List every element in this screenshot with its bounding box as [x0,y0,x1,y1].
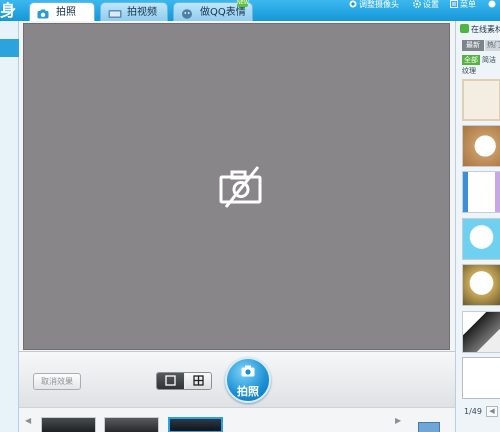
menu-button[interactable]: 菜单 [450,0,476,10]
frame-thumbnail[interactable] [462,264,500,306]
open-folder-icon[interactable] [418,422,440,432]
frame-thumbnail[interactable] [462,357,500,399]
adjust-camera-label: 调整摄像头 [359,0,399,9]
category-texture[interactable]: 纹理 [462,66,476,76]
online-badge-icon [460,24,469,33]
frame-thumbnail[interactable] [462,125,500,167]
left-rail [0,21,19,432]
top-bar: 身 拍照 拍视频 做QQ表情 NEW 调整摄像头 设置 菜单 [0,0,500,21]
shutter-label: 拍照 [237,385,259,398]
subtab-newest[interactable]: 最新 [462,40,484,51]
adjust-camera-button[interactable]: 调整摄像头 [349,0,399,10]
preview-stage [19,21,455,351]
capture-controls: 取消效果 拍照 [19,351,455,407]
tab-photo-label: 拍照 [56,7,76,18]
online-materials-label: 在线素材 [471,25,500,34]
cancel-effect-button[interactable]: 取消效果 [33,373,81,390]
photo-thumbnail[interactable] [41,417,96,432]
frame-thumbnail[interactable] [462,171,500,213]
tab-video[interactable]: 拍视频 [100,2,168,21]
left-rail-selected[interactable] [0,39,19,57]
shutter-button[interactable]: 拍照 [225,357,271,403]
single-view-button[interactable] [157,373,184,389]
settings-label: 设置 [423,0,439,9]
frame-thumbnail[interactable] [462,311,500,353]
menu-icon [450,0,458,8]
online-materials-header[interactable]: 在线素材 [460,24,500,35]
subtab-hot[interactable]: 热门 [485,40,500,51]
photo-thumbnail[interactable] [104,417,159,432]
camera-small-icon [349,0,357,8]
menu-label: 菜单 [460,0,476,9]
camera-preview [23,23,450,350]
single-view-icon [165,375,176,386]
grid-view-button[interactable] [185,373,211,389]
frame-thumbnail[interactable] [462,218,500,260]
materials-panel: 在线素材 最新 热门 全部 简洁 纹理 1/49 ◀ [455,21,500,432]
gear-icon [413,0,421,8]
page-indicator: 1/49 [464,407,482,416]
photo-thumbnail[interactable] [168,417,223,432]
tab-qq-emoticon[interactable]: 做QQ表情 NEW [173,0,253,21]
frame-thumbnail[interactable] [462,79,500,121]
strip-next-icon[interactable]: ▶ [395,416,401,425]
new-badge: NEW [237,0,249,7]
shutter-camera-icon [241,365,255,380]
no-camera-icon [218,165,264,209]
tab-photo[interactable]: 拍照 [29,2,95,21]
thumbnail-strip: ◀ ▶ [19,407,455,432]
settings-button[interactable]: 设置 [413,0,439,10]
strip-prev-icon[interactable]: ◀ [25,416,31,425]
category-all[interactable]: 全部 [462,55,480,65]
category-row: 全部 简洁 [462,55,496,65]
view-toggle [156,372,212,390]
app-logo: 身 [0,1,17,20]
grid-view-icon [193,375,204,386]
minimize-icon[interactable] [488,0,498,10]
tab-video-label: 拍视频 [127,7,157,18]
materials-subtabs: 最新 热门 [462,40,500,51]
category-simple[interactable]: 简洁 [482,56,496,64]
page-prev-icon[interactable]: ◀ [486,406,498,417]
